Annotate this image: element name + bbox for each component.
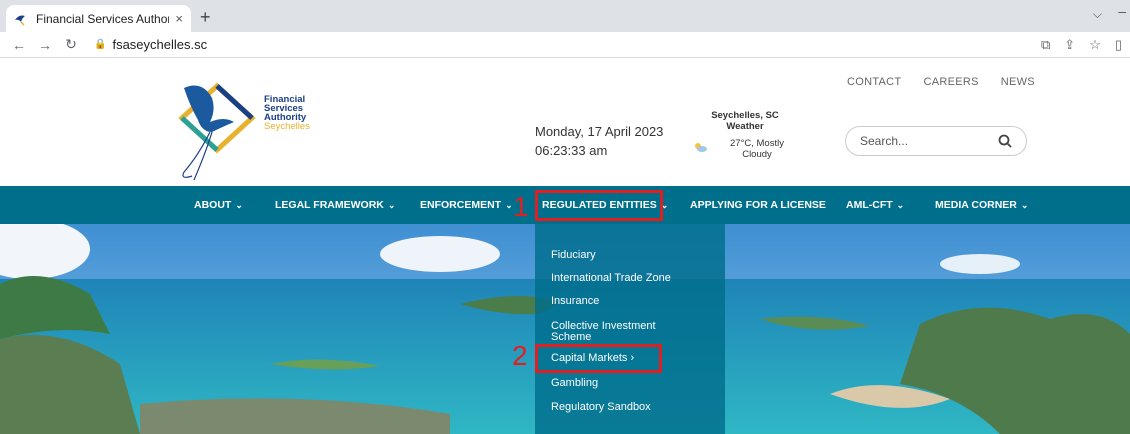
weather-label: Weather (726, 121, 764, 132)
nav-applying-for-license-label: APPLYING FOR A LICENSE (690, 199, 826, 211)
weather-condition: Cloudy (742, 149, 772, 160)
highlight-box-capital-markets (535, 344, 662, 373)
fsa-logo-icon[interactable] (172, 76, 332, 188)
back-arrow-icon[interactable]: ← (12, 37, 26, 53)
nav-media-corner-label: MEDIA CORNER (935, 199, 1017, 211)
partly-cloudy-icon (695, 143, 707, 152)
lock-icon: 🔒 (94, 39, 107, 50)
translate-icon[interactable]: ⧉ (1041, 37, 1050, 53)
current-time: 06:23:33 am (535, 143, 608, 158)
nav-aml-cft-label: AML-CFT (846, 199, 893, 211)
tab-title: Financial Services Authority (36, 11, 170, 26)
side-panel-icon[interactable]: ▯ (1115, 37, 1122, 53)
minimize-icon[interactable]: – (1118, 3, 1126, 19)
chevron-down-icon: ⌄ (1020, 200, 1029, 210)
close-tab-icon[interactable]: × (175, 11, 183, 26)
news-link[interactable]: NEWS (1001, 76, 1035, 88)
dropdown-item-regulatory-sandbox[interactable]: Regulatory Sandbox (551, 401, 651, 413)
forward-arrow-icon[interactable]: → (38, 37, 52, 53)
new-tab-button[interactable]: + (200, 7, 211, 28)
fsa-favicon-icon (15, 15, 25, 26)
top-links: CONTACT CAREERS NEWS (847, 76, 1035, 88)
chevron-down-icon: ⌄ (235, 200, 243, 210)
nav-legal-framework[interactable]: LEGAL FRAMEWORK ⌄ (275, 186, 395, 224)
browser-actions: ⧉ ⇪ ☆ ▯ (1041, 37, 1122, 53)
chevron-down-icon: ⌄ (505, 200, 513, 210)
annotation-marker-2: 2 (512, 340, 528, 371)
weather-temp: 27°C, Mostly (730, 138, 784, 149)
current-date: Monday, 17 April 2023 (535, 124, 664, 139)
logo-wordmark[interactable]: Financial Services Authority Seychelles (264, 95, 310, 132)
site-header: Financial Services Authority Seychelles … (0, 58, 1130, 186)
weather-location: Seychelles, SC (711, 110, 779, 121)
annotation-marker-1: 1 (513, 191, 529, 222)
nav-aml-cft[interactable]: AML-CFT ⌄ (846, 186, 904, 224)
nav-about[interactable]: ABOUT ⌄ (194, 186, 243, 224)
nav-enforcement-label: ENFORCEMENT (420, 199, 502, 211)
browser-tab[interactable]: Financial Services Authority × (6, 5, 191, 32)
logo-line-4: Seychelles (264, 121, 310, 132)
regulated-entities-dropdown: Fiduciary International Trade Zone Insur… (535, 224, 725, 434)
nav-legal-framework-label: LEGAL FRAMEWORK (275, 199, 384, 211)
highlight-box-regulated-entities (535, 190, 663, 221)
nav-about-label: ABOUT (194, 199, 232, 211)
dropdown-item-international-trade-zone[interactable]: International Trade Zone (551, 272, 671, 284)
chevron-down-icon: ⌄ (387, 200, 396, 210)
date-time: Monday, 17 April 2023 06:23:33 am (535, 122, 663, 160)
dropdown-item-insurance[interactable]: Insurance (551, 295, 599, 307)
weather-description: 27°C, Mostly Cloudy (726, 138, 788, 160)
contact-link[interactable]: CONTACT (847, 76, 901, 88)
url-text: fsaseychelles.sc (112, 37, 208, 52)
nav-media-corner[interactable]: MEDIA CORNER ⌄ (935, 186, 1028, 224)
dropdown-item-gambling[interactable]: Gambling (551, 377, 598, 389)
weather-title: Seychelles, SC Weather (700, 110, 790, 132)
tab-search-chevron-icon[interactable]: ⌵ (1093, 7, 1102, 22)
reload-icon[interactable]: ↻ (64, 36, 78, 53)
bookmark-star-icon[interactable]: ☆ (1089, 37, 1101, 53)
share-icon[interactable]: ⇪ (1064, 37, 1075, 53)
search-icon[interactable] (998, 134, 1012, 148)
chevron-down-icon: ⌄ (896, 200, 905, 210)
nav-enforcement[interactable]: ENFORCEMENT ⌄ (420, 186, 513, 224)
browser-tab-bar: Financial Services Authority × + ⌵ – (0, 0, 1130, 32)
dropdown-item-fiduciary[interactable]: Fiduciary (551, 249, 596, 261)
search-placeholder: Search... (860, 134, 909, 148)
address-bar: ← → ↻ 🔒 fsaseychelles.sc ⧉ ⇪ ☆ ▯ (0, 32, 1130, 58)
search-input[interactable]: Search... (845, 126, 1027, 156)
url-field[interactable]: 🔒 fsaseychelles.sc (94, 37, 207, 52)
careers-link[interactable]: CAREERS (923, 76, 978, 88)
nav-applying-for-license[interactable]: APPLYING FOR A LICENSE (690, 186, 826, 224)
dropdown-item-collective-investment-scheme[interactable]: Scheme (551, 331, 591, 343)
